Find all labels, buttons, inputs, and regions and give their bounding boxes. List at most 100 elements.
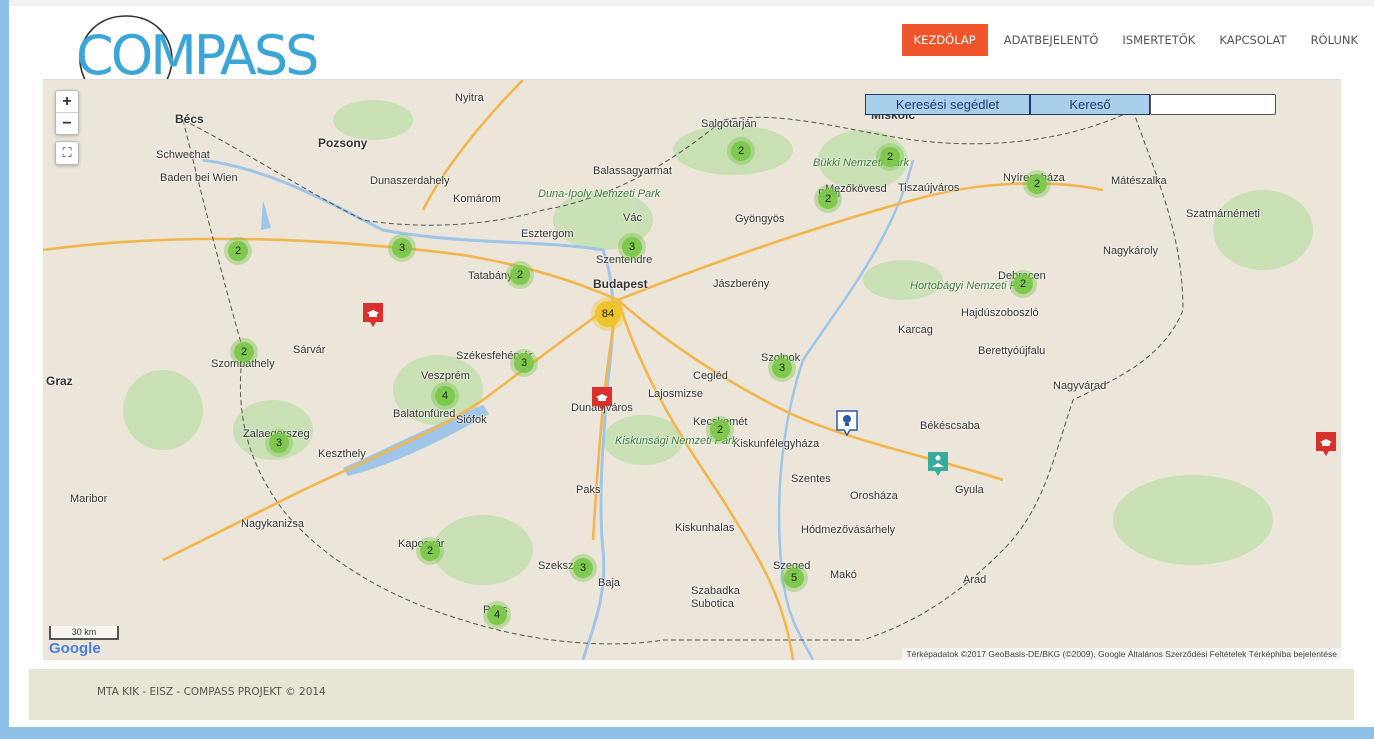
cluster-count: 4: [487, 605, 507, 625]
place-label: Nagyvárad: [1053, 380, 1107, 392]
marker-cluster[interactable]: 3: [510, 349, 538, 377]
place-label: Subotica: [691, 598, 734, 610]
marker-cluster[interactable]: 3: [618, 233, 646, 261]
cluster-count: 3: [392, 238, 412, 258]
place-label: Gyöngyös: [735, 213, 785, 225]
cluster-count: 3: [772, 358, 792, 378]
place-label: Gyula: [955, 484, 984, 496]
place-label: Baja: [598, 577, 621, 589]
place-label: Szentes: [791, 473, 831, 485]
place-label: Esztergom: [521, 228, 574, 240]
marker-cluster-large[interactable]: 84: [591, 297, 625, 331]
marker-cluster[interactable]: 2: [506, 261, 534, 289]
footer: MTA KIK - EISZ - COMPASS PROJEKT © 2014: [29, 669, 1354, 720]
google-logo[interactable]: Google: [49, 640, 101, 657]
marker-cluster[interactable]: 2: [1009, 270, 1037, 298]
place-label: Budapest: [593, 277, 648, 291]
place-label: Cegléd: [693, 370, 728, 382]
cluster-count: 3: [622, 237, 642, 257]
nav-data-report[interactable]: ADATBEJELENTŐ: [992, 24, 1111, 56]
place-label: Nagykároly: [1103, 245, 1159, 257]
search-panel: Keresési segédlet Kereső: [865, 94, 1276, 115]
fullscreen-icon[interactable]: ⛶: [55, 141, 79, 165]
cluster-count: 3: [269, 433, 289, 453]
left-frame-border: [0, 0, 9, 739]
marker-cluster[interactable]: 3: [569, 554, 597, 582]
place-label: Tiszaújváros: [898, 182, 960, 194]
place-label: Paks: [576, 484, 601, 496]
place-label: Hajdúszoboszló: [961, 307, 1039, 319]
place-label: Veszprém: [421, 370, 470, 382]
marker-cluster[interactable]: 3: [388, 234, 416, 262]
marker-cluster[interactable]: 2: [706, 416, 734, 444]
cluster-count: 2: [510, 265, 530, 285]
cluster-count: 3: [514, 353, 534, 373]
place-label: Makó: [830, 569, 857, 581]
marker-cluster[interactable]: 2: [416, 537, 444, 565]
nav-about[interactable]: RÓLUNK: [1299, 24, 1374, 56]
marker-cluster[interactable]: 2: [224, 237, 252, 265]
university-marker-icon[interactable]: [1315, 431, 1337, 457]
library-marker-icon[interactable]: [927, 451, 949, 477]
place-label: Békéscsaba: [920, 420, 980, 432]
place-label: Dunaszerdahely: [370, 175, 450, 187]
marker-cluster[interactable]: 4: [431, 382, 459, 410]
marker-cluster[interactable]: 5: [780, 564, 808, 592]
place-label: Salgótarján: [701, 118, 757, 130]
park-label: Duna-Ipoly Nemzeti Park: [538, 188, 661, 200]
place-label: Siófok: [456, 414, 487, 426]
marker-cluster[interactable]: 2: [814, 185, 842, 213]
cluster-count: 2: [228, 241, 248, 261]
zoom-in-button[interactable]: +: [56, 91, 78, 112]
nav-home[interactable]: KEZDŐLAP: [901, 24, 988, 56]
place-label: Pozsony: [318, 136, 368, 150]
place-label: Arad: [963, 574, 987, 586]
place-label: Orosháza: [850, 490, 898, 502]
top-strip: [9, 0, 1374, 6]
marker-cluster[interactable]: 3: [768, 354, 796, 382]
university-marker-icon[interactable]: [591, 386, 613, 412]
cluster-count: 2: [731, 141, 751, 161]
search-button[interactable]: Kereső: [1030, 94, 1150, 115]
lightbulb-marker-icon[interactable]: [836, 410, 858, 436]
place-label: Balassagyarmat: [593, 165, 672, 177]
zoom-control: + −: [55, 90, 79, 135]
university-marker-icon[interactable]: [362, 302, 384, 328]
cluster-count: 4: [435, 386, 455, 406]
place-label: Jászberény: [713, 278, 770, 290]
cluster-count: 2: [1027, 174, 1047, 194]
place-label: Berettyóújfalu: [978, 345, 1046, 357]
search-guide-button[interactable]: Keresési segédlet: [865, 94, 1030, 115]
place-label: Mátészalka: [1111, 175, 1167, 187]
marker-cluster[interactable]: 3: [265, 429, 293, 457]
map-background: [43, 80, 1341, 660]
nav-descriptions[interactable]: ISMERTETŐK: [1110, 24, 1207, 56]
main-navigation: KEZDŐLAP ADATBEJELENTŐ ISMERTETŐK KAPCSO…: [901, 24, 1374, 56]
place-label: Nyitra: [455, 92, 484, 104]
marker-cluster[interactable]: 2: [1023, 170, 1051, 198]
marker-cluster[interactable]: 2: [230, 338, 258, 366]
cluster-count: 2: [234, 342, 254, 362]
cluster-count: 2: [880, 147, 900, 167]
marker-cluster[interactable]: 2: [876, 143, 904, 171]
place-label: Schwechat: [156, 149, 210, 161]
place-label: Kiskunfélegyháza: [733, 438, 820, 450]
place-label: Sárvár: [293, 344, 326, 356]
cluster-count: 3: [573, 558, 593, 578]
cluster-count: 2: [818, 189, 838, 209]
cluster-count: 2: [420, 541, 440, 561]
map-attribution[interactable]: Térképadatok ©2017 GeoBasis-DE/BKG (©200…: [902, 648, 1341, 660]
zoom-out-button[interactable]: −: [56, 112, 78, 134]
cluster-count: 2: [1013, 274, 1033, 294]
compass-logo[interactable]: COMPASS: [70, 14, 340, 140]
nav-contact[interactable]: KAPCSOLAT: [1207, 24, 1298, 56]
place-label: Keszthely: [318, 448, 366, 460]
marker-cluster[interactable]: 2: [727, 137, 755, 165]
logo-text: COMPASS: [76, 24, 319, 87]
search-input[interactable]: [1150, 94, 1276, 115]
marker-cluster[interactable]: 4: [483, 601, 511, 629]
map-canvas[interactable]: Bécs Pozsony Nyitra Schwechat Baden bei …: [43, 79, 1341, 660]
map-scale: 30 km: [49, 626, 119, 640]
place-label: Baden bei Wien: [160, 172, 238, 184]
place-label: Hódmezővásárhely: [801, 524, 896, 536]
